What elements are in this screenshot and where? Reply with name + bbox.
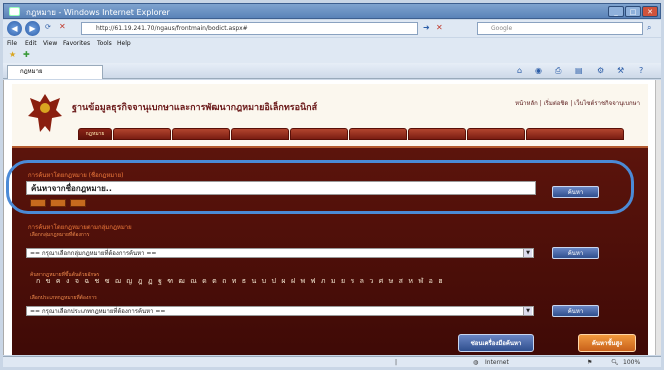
mini-button-3[interactable]: [70, 199, 86, 207]
refresh-icon[interactable]: ⟳: [45, 23, 51, 31]
menu-file[interactable]: File: [7, 40, 17, 47]
type-search-button[interactable]: ค้นหา: [552, 305, 599, 317]
chevron-down-icon[interactable]: ▼: [523, 307, 532, 315]
favorites-star-icon[interactable]: ★: [9, 50, 16, 59]
nav-tab-6[interactable]: [349, 128, 407, 140]
protected-mode-icon: ⚑: [587, 359, 593, 366]
home-icon[interactable]: ⌂: [517, 66, 522, 75]
nav-tab-4[interactable]: [231, 128, 289, 140]
group-search-button[interactable]: ค้นหา: [552, 247, 599, 259]
status-separator: |: [395, 359, 398, 366]
menu-edit[interactable]: Edit: [25, 40, 37, 47]
stop-icon[interactable]: ✕: [436, 23, 443, 32]
stop-icon[interactable]: ✕: [59, 22, 66, 31]
mini-button-2[interactable]: [50, 199, 66, 207]
nav-tab-3[interactable]: [172, 128, 230, 140]
page-menu-icon[interactable]: ▤: [575, 66, 583, 75]
tools-menu-icon[interactable]: ⚒: [617, 66, 624, 75]
tab-current[interactable]: กฎหมาย: [7, 65, 103, 79]
keyword-search-button[interactable]: ค้นหา: [552, 186, 599, 198]
favorites-bar: ★ ✚: [3, 49, 661, 63]
law-group-select[interactable]: == กรุณาเลือกกลุ่มกฎหมายที่ต้องการค้นหา …: [26, 248, 534, 258]
keyword-search-input[interactable]: ค้นหาจากชื่อกฎหมาย..: [26, 181, 536, 195]
nav-tab-5[interactable]: [290, 128, 348, 140]
page-content: ฐานข้อมูลธุรกิจจานุเบกษาและการพัฒนากฎหมา…: [3, 80, 655, 355]
law-type-select-value: == กรุณาเลือกประเภทกฎหมายที่ต้องการค้นหา…: [30, 308, 166, 315]
window-title: กฎหมาย - Windows Internet Explorer: [26, 8, 170, 17]
search-panel: การค้นหาโดยกฎหมาย (ชื่อกฎหมาย) ค้นหาจากช…: [12, 146, 648, 355]
advanced-search-button[interactable]: ค้นหาขั้นสูง: [578, 334, 636, 352]
garuda-emblem-icon: [28, 94, 62, 132]
menu-help[interactable]: Help: [117, 40, 131, 47]
group-sub-label: เลือกกลุ่มกฎหมายที่ต้องการ: [30, 232, 90, 238]
title-bar: กฎหมาย - Windows Internet Explorer _ □ ✕: [3, 3, 661, 19]
globe-icon: ◍: [473, 359, 479, 366]
vertical-scrollbar[interactable]: [655, 80, 661, 355]
keyword-section-title: การค้นหาโดยกฎหมาย (ชื่อกฎหมาย): [28, 172, 124, 179]
go-icon[interactable]: ➜: [423, 23, 430, 32]
chevron-down-icon[interactable]: ▼: [523, 249, 532, 257]
nav-tab-7[interactable]: [408, 128, 466, 140]
tab-bar: กฎหมาย ⌂ ◉ ⎙ ▤ ⚙ ⚒ ?: [3, 63, 661, 79]
menu-bar: File Edit View Favorites Tools Help: [3, 38, 661, 49]
nav-tab-law[interactable]: กฎหมาย: [78, 128, 112, 140]
nav-tab-9[interactable]: [526, 128, 624, 140]
minimize-button[interactable]: _: [608, 6, 624, 17]
nav-tab-8[interactable]: [467, 128, 525, 140]
safety-menu-icon[interactable]: ⚙: [597, 66, 604, 75]
zoom-icon: 🔍︎: [611, 359, 619, 366]
ie-icon: [9, 7, 20, 16]
print-icon[interactable]: ⎙: [555, 66, 561, 76]
status-zone: Internet: [485, 359, 509, 366]
address-row: ◀ ▶ ⟳ ✕ http://61.19.241.70/ngaus/frontm…: [3, 20, 661, 37]
browser-window: กฎหมาย - Windows Internet Explorer _ □ ✕…: [0, 0, 664, 370]
menu-tools[interactable]: Tools: [97, 40, 112, 47]
top-links[interactable]: หน้าหลัก | เริ่มต่อชิด | เว็บไซต์ราชกิจจ…: [515, 98, 640, 108]
forward-icon[interactable]: ▶: [25, 21, 40, 36]
tab-label: กฎหมาย: [20, 68, 43, 75]
alphabet-links[interactable]: ก ข ค ง จ ฉ ช ซ ฌ ญ ฎ ฏ ฐ ฑ ฒ ณ ด ต ถ ท …: [36, 276, 444, 287]
search-input[interactable]: Google: [477, 22, 643, 35]
feeds-icon[interactable]: ◉: [535, 66, 542, 75]
address-bar[interactable]: http://61.19.241.70/ngaus/frontmain/bodi…: [81, 22, 418, 35]
nav-tab-2[interactable]: [113, 128, 171, 140]
site-header: ฐานข้อมูลธุรกิจจานุเบกษาและการพัฒนากฎหมา…: [12, 84, 648, 148]
law-group-select-value: == กรุณาเลือกกลุ่มกฎหมายที่ต้องการค้นหา …: [30, 250, 157, 257]
maximize-button[interactable]: □: [625, 6, 641, 17]
back-icon[interactable]: ◀: [7, 21, 22, 36]
site-title: ฐานข้อมูลธุรกิจจานุเบกษาและการพัฒนากฎหมา…: [72, 103, 318, 113]
type-sub-label: เลือกประเภทกฎหมายที่ต้องการ: [30, 295, 97, 301]
search-icon[interactable]: ⌕: [647, 23, 651, 33]
status-bar: | ◍ Internet ⚑ 🔍︎ 100%: [3, 356, 661, 367]
zoom-level[interactable]: 100%: [623, 359, 640, 366]
mini-button-1[interactable]: [30, 199, 46, 207]
law-type-select[interactable]: == กรุณาเลือกประเภทกฎหมายที่ต้องการค้นหา…: [26, 306, 534, 316]
close-button[interactable]: ✕: [642, 6, 658, 17]
help-icon[interactable]: ?: [639, 66, 643, 75]
hide-search-tools-button[interactable]: ซ่อนเครื่องมือค้นหา: [458, 334, 534, 352]
menu-favorites[interactable]: Favorites: [63, 40, 90, 47]
menu-view[interactable]: View: [43, 40, 57, 47]
add-favorite-icon[interactable]: ✚: [23, 50, 30, 59]
